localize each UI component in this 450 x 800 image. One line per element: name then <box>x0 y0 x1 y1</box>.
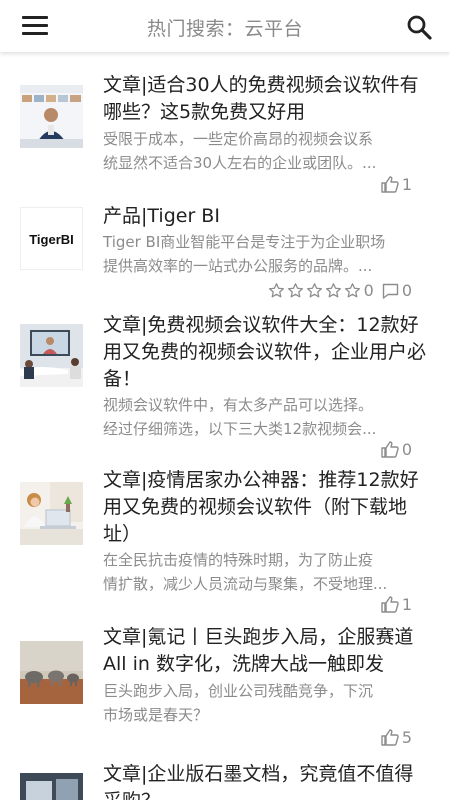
thumbs-up-icon <box>381 441 399 458</box>
star-outline-icon <box>306 283 322 298</box>
tiger-bi-logo-thumbnail: TigerBI <box>20 207 83 270</box>
list-item[interactable]: 文章|适合30人的免费视频会议软件有哪些？这5款免费又好用 受限于成本，一些定价… <box>0 72 450 202</box>
product-meta: 0 0 <box>266 281 412 300</box>
list-item[interactable]: 文章|企业版石墨文档，究竟值不值得采购？ <box>0 758 450 800</box>
thumbs-up-icon <box>381 729 399 746</box>
star-outline-icon <box>268 283 284 298</box>
star-outline-icon <box>287 283 303 298</box>
description-line-2: 经过仔细筛选，以下三大类12款视频会... <box>103 420 377 438</box>
item-description: 巨头跑步入局，创业公司残酷竞争，下沉 市场或是春天？ <box>103 679 430 727</box>
description-line-1: 在全民抗击疫情的特殊时期，为了防止疫 <box>103 551 374 569</box>
tiger-bi-logo-text: TigerBI <box>29 232 74 247</box>
document-app-thumbnail <box>20 773 83 800</box>
elephants-thumbnail <box>20 641 83 704</box>
item-title: 产品|Tiger BI <box>103 205 220 227</box>
like-count: 1 <box>401 595 412 614</box>
thumbs-up-icon <box>381 176 399 193</box>
list-item[interactable]: TigerBI 产品|Tiger BI Tiger BI商业智能平台是专注于为企… <box>0 202 450 312</box>
search-hint[interactable]: 热门搜索：云平台 <box>100 14 350 41</box>
star-outline-icon <box>325 283 341 298</box>
item-description: 受限于成本，一些定价高昂的视频会议系 统显然不适合30人左右的企业或团队。... <box>103 127 430 175</box>
description-line-1: 巨头跑步入局，创业公司残酷竞争，下沉 <box>103 682 374 700</box>
list-item[interactable]: 文章|氪记丨巨头跑步入局，企服赛道All in 数字化，洗牌大战一触即发 巨头跑… <box>0 624 450 759</box>
list-item[interactable]: 文章|疫情居家办公神器：推荐12款好用又免费的视频会议软件（附下载地址） 在全民… <box>0 467 450 622</box>
comment-counter[interactable]: 0 <box>382 281 412 300</box>
meeting-room-thumbnail <box>20 324 83 387</box>
rating-value: 0 <box>363 281 374 300</box>
item-description: 在全民抗击疫情的特殊时期，为了防止疫 情扩散，减少人员流动与聚集，不受地理... <box>103 548 430 596</box>
thumbs-up-icon <box>381 596 399 613</box>
item-title: 文章|企业版石墨文档，究竟值不值得采购？ <box>103 763 414 800</box>
description-line-2: 市场或是春天？ <box>103 706 209 724</box>
list-item[interactable]: 文章|免费视频会议软件大全：12款好用又免费的视频会议软件，企业用户必备！ 视频… <box>0 312 450 467</box>
star-rating[interactable]: 0 <box>266 281 374 300</box>
woman-at-laptop-thumbnail <box>20 482 83 545</box>
comment-icon <box>382 283 399 299</box>
like-counter[interactable]: 1 <box>381 595 412 614</box>
like-counter[interactable]: 1 <box>381 175 412 194</box>
like-count: 1 <box>401 175 412 194</box>
item-title: 文章|适合30人的免费视频会议软件有哪些？这5款免费又好用 <box>103 74 419 123</box>
item-title: 文章|氪记丨巨头跑步入局，企服赛道All in 数字化，洗牌大战一触即发 <box>103 626 414 675</box>
top-app-bar: 热门搜索：云平台 <box>0 0 450 52</box>
hamburger-menu-icon[interactable] <box>22 16 48 36</box>
like-count: 0 <box>401 440 412 459</box>
description-line-2: 情扩散，减少人员流动与聚集，不受地理... <box>103 575 388 593</box>
description-line-1: Tiger BI商业智能平台是专注于为企业职场 <box>103 233 386 251</box>
star-outline-icon <box>344 283 360 298</box>
like-count: 5 <box>401 728 412 747</box>
video-conference-thumbnail <box>20 85 83 148</box>
description-line-2: 统显然不适合30人左右的企业或团队。... <box>103 154 377 172</box>
description-line-2: 提供高效率的一站式办公服务的品牌。... <box>103 257 373 275</box>
search-icon[interactable] <box>406 14 432 40</box>
comment-count: 0 <box>401 281 412 300</box>
like-counter[interactable]: 5 <box>381 728 412 747</box>
item-description: Tiger BI商业智能平台是专注于为企业职场 提供高效率的一站式办公服务的品牌… <box>103 230 430 278</box>
item-description: 视频会议软件中，有太多产品可以选择。 经过仔细筛选，以下三大类12款视频会... <box>103 393 430 441</box>
item-title: 文章|疫情居家办公神器：推荐12款好用又免费的视频会议软件（附下载地址） <box>103 469 419 545</box>
item-title: 文章|免费视频会议软件大全：12款好用又免费的视频会议软件，企业用户必备！ <box>103 314 427 390</box>
description-line-1: 视频会议软件中，有太多产品可以选择。 <box>103 396 374 414</box>
like-counter[interactable]: 0 <box>381 440 412 459</box>
description-line-1: 受限于成本，一些定价高昂的视频会议系 <box>103 130 374 148</box>
